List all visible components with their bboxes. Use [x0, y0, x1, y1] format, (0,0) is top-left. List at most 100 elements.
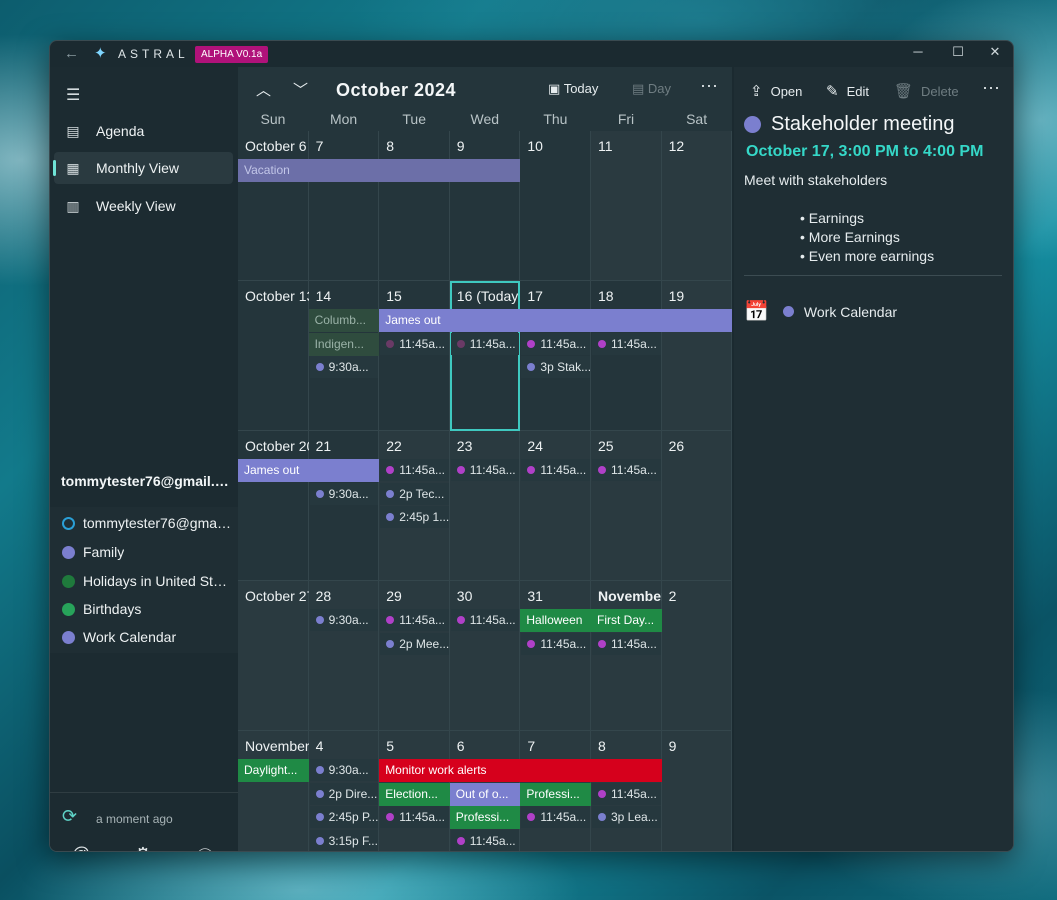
- next-month-chevron-down-icon[interactable]: ﹀: [293, 79, 308, 100]
- timed-event[interactable]: 11:45a...: [380, 609, 449, 631]
- day-cell[interactable]: October 27: [238, 581, 314, 731]
- close-button[interactable]: ✕: [985, 44, 1005, 60]
- timed-event[interactable]: 3p Stak...: [521, 356, 590, 378]
- timed-event[interactable]: 2p Mee...: [380, 632, 449, 655]
- all-day-event[interactable]: Columb...: [308, 309, 380, 332]
- calendar-item[interactable]: Work Calendar: [62, 629, 234, 645]
- hamburger-menu-icon[interactable]: ☰: [66, 85, 80, 105]
- day-cell[interactable]: 9: [449, 131, 521, 281]
- timed-event[interactable]: 11:45a...: [521, 632, 590, 655]
- agenda-icon: ▤: [66, 122, 80, 139]
- event-label: 11:45a...: [399, 336, 446, 351]
- day-cell[interactable]: 18: [591, 281, 662, 431]
- all-day-event[interactable]: First Day...: [591, 609, 662, 632]
- open-button[interactable]: ⇪ Open: [750, 82, 802, 100]
- timed-event[interactable]: 3p Lea...: [592, 806, 661, 828]
- more-options-icon[interactable]: ···: [700, 75, 718, 96]
- day-cell[interactable]: 30: [449, 581, 521, 731]
- calendar-color-dot: [62, 574, 75, 588]
- help-icon[interactable]: ⓘ: [194, 844, 216, 851]
- all-day-event[interactable]: Professi...: [449, 806, 521, 829]
- all-day-event[interactable]: James out: [238, 459, 380, 482]
- day-cell[interactable]: 26: [661, 431, 733, 581]
- timed-event[interactable]: 9:30a...: [309, 759, 379, 781]
- day-cell[interactable]: 31: [520, 581, 591, 731]
- calendar-item[interactable]: Family: [62, 544, 234, 560]
- all-day-event[interactable]: Monitor work alerts: [379, 759, 662, 782]
- calendar-item[interactable]: Holidays in United States: [62, 573, 234, 589]
- at-mention-icon[interactable]: @: [70, 844, 92, 851]
- day-cell[interactable]: 23: [449, 431, 521, 581]
- all-day-event[interactable]: Election...: [379, 782, 450, 806]
- maximize-button[interactable]: ☐: [948, 44, 968, 60]
- weekday-label: Sat: [686, 111, 708, 127]
- timed-event[interactable]: 11:45a...: [592, 782, 661, 805]
- minimize-button[interactable]: ─: [908, 44, 928, 59]
- timed-event[interactable]: 11:45a...: [592, 332, 661, 355]
- day-cell[interactable]: November 3: [238, 731, 321, 851]
- timed-event[interactable]: 2:45p P...: [309, 806, 379, 828]
- day-cell[interactable]: October 6: [238, 131, 309, 281]
- timed-event[interactable]: 11:45a...: [521, 332, 590, 355]
- timed-event[interactable]: 9:30a...: [309, 356, 379, 378]
- timed-event[interactable]: 11:45a...: [380, 459, 449, 481]
- previous-month-chevron-up-icon[interactable]: ︿: [256, 79, 271, 100]
- day-cell[interactable]: November 1: [591, 581, 678, 731]
- day-cell[interactable]: 21: [308, 431, 380, 581]
- nav-monthly-view[interactable]: ▦ Monthly View: [53, 152, 233, 184]
- day-cell[interactable]: 15: [379, 281, 450, 431]
- day-cell[interactable]: 29: [379, 581, 450, 731]
- more-options-icon[interactable]: ···: [982, 77, 1000, 98]
- all-day-event[interactable]: Indigen...: [308, 332, 380, 356]
- timed-event[interactable]: 11:45a...: [450, 829, 520, 851]
- delete-button[interactable]: 🗑 Delete: [894, 82, 959, 100]
- day-cell[interactable]: October 13: [238, 281, 314, 431]
- edit-button[interactable]: ✎ Edit: [826, 82, 869, 100]
- day-cell[interactable]: 7: [308, 131, 380, 281]
- event-label: 9:30a...: [328, 360, 369, 374]
- timed-event[interactable]: 11:45a...: [380, 806, 449, 828]
- all-day-event[interactable]: Out of o...: [449, 782, 521, 806]
- day-cell[interactable]: 19: [661, 281, 733, 431]
- day-cell[interactable]: 28: [308, 581, 380, 731]
- timed-event[interactable]: 2p Dire...: [309, 782, 379, 805]
- all-day-event[interactable]: Vacation: [238, 159, 521, 182]
- today-button[interactable]: ▣ Today: [548, 81, 598, 97]
- day-cell[interactable]: 8: [379, 131, 450, 281]
- calendar-item[interactable]: tommytester76@gmail.com: [62, 515, 234, 531]
- timed-event[interactable]: 2:45p 1...: [380, 506, 449, 528]
- timed-event[interactable]: 2p Tec...: [380, 482, 449, 505]
- all-day-event[interactable]: Halloween: [520, 609, 591, 632]
- day-cell[interactable]: 9: [661, 731, 733, 851]
- timed-event[interactable]: 11:45a...: [450, 332, 520, 355]
- day-cell[interactable]: 25: [591, 431, 662, 581]
- timed-event[interactable]: 11:45a...: [380, 332, 449, 355]
- all-day-event[interactable]: Professi...: [520, 782, 591, 806]
- timed-event[interactable]: 11:45a...: [521, 806, 590, 828]
- all-day-event[interactable]: Daylight...: [238, 759, 309, 782]
- settings-gear-icon[interactable]: ⚙: [132, 844, 154, 851]
- timed-event[interactable]: 3:15p F...: [309, 829, 379, 851]
- timed-event[interactable]: 9:30a...: [309, 609, 379, 631]
- day-cell[interactable]: 24: [520, 431, 591, 581]
- timed-event[interactable]: 11:45a...: [592, 632, 661, 655]
- account-email[interactable]: tommytester76@gmail.com: [61, 473, 231, 489]
- event-label: 11:45a...: [399, 810, 446, 824]
- day-cell[interactable]: 2: [661, 581, 733, 731]
- sync-icon[interactable]: ⟳: [62, 806, 77, 827]
- timed-event[interactable]: 11:45a...: [592, 459, 661, 481]
- timed-event[interactable]: 11:45a...: [450, 459, 520, 481]
- day-cell[interactable]: 10: [520, 131, 591, 281]
- day-cell[interactable]: 12: [661, 131, 733, 281]
- day-cell[interactable]: 11: [591, 131, 662, 281]
- back-arrow-icon[interactable]: ←: [64, 45, 79, 62]
- nav-weekly-view[interactable]: ▥ Weekly View: [54, 190, 233, 222]
- timed-event[interactable]: 11:45a...: [450, 609, 520, 631]
- timed-event[interactable]: 11:45a...: [521, 459, 590, 481]
- nav-agenda[interactable]: ▤ Agenda: [54, 115, 233, 147]
- day-view-button[interactable]: ▤ Day: [632, 81, 671, 97]
- day-cell[interactable]: October 20: [238, 431, 314, 581]
- calendar-item[interactable]: Birthdays: [62, 601, 234, 617]
- timed-event[interactable]: 9:30a...: [309, 482, 379, 505]
- all-day-event[interactable]: James out: [379, 309, 733, 332]
